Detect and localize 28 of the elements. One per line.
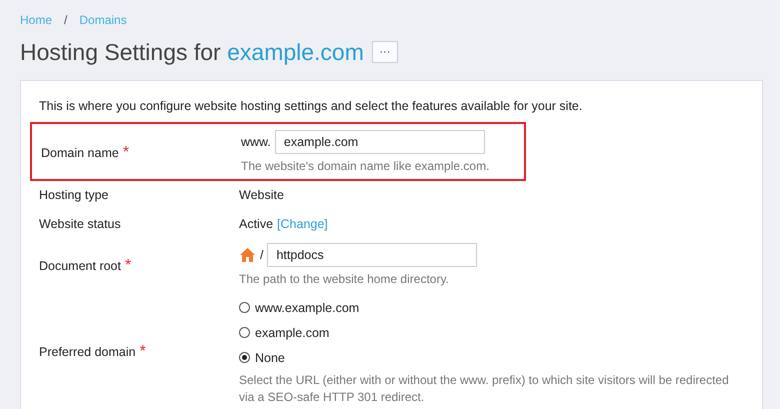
- field-hint: The path to the website home directory.: [239, 271, 450, 288]
- required-mark: *: [122, 144, 130, 162]
- path-separator: /: [260, 248, 264, 262]
- radio-icon[interactable]: [239, 352, 250, 363]
- radio-icon[interactable]: [239, 302, 250, 313]
- field-hint: Select the URL (either with or without the www. prefix) to which site visitors will be redirected via a SEO-safe HTTP 301 redirect.: [239, 372, 730, 406]
- document-root-input[interactable]: httpdocs: [267, 243, 478, 267]
- breadcrumb-separator: /: [64, 13, 68, 27]
- radio-option[interactable]: example.com: [239, 322, 744, 343]
- house-icon: [239, 247, 256, 263]
- page-title: Hosting Settings for example.com: [20, 38, 364, 66]
- radio-option[interactable]: None: [239, 347, 744, 368]
- field-label: Domain name: [41, 144, 119, 162]
- required-mark: *: [140, 342, 146, 360]
- intro-text: This is where you configure website hosting settings and select the features available for your site.: [39, 99, 584, 113]
- radio-option[interactable]: www.example.com: [239, 297, 744, 318]
- field-value: Website: [239, 188, 284, 202]
- field-label: Document root: [39, 258, 121, 274]
- field-prefix: www.: [241, 135, 271, 149]
- field-hint: The website's domain name like example.com.: [241, 158, 490, 175]
- field-label: Preferred domain: [39, 344, 136, 360]
- domain-input[interactable]: example.com: [274, 130, 485, 154]
- field-value: Active: [239, 217, 274, 231]
- field-label: Website status: [39, 216, 121, 233]
- more-button[interactable]: ···: [372, 41, 398, 63]
- field-label: Hosting type: [39, 187, 108, 204]
- required-mark: *: [124, 256, 132, 274]
- radio-icon[interactable]: [239, 327, 250, 338]
